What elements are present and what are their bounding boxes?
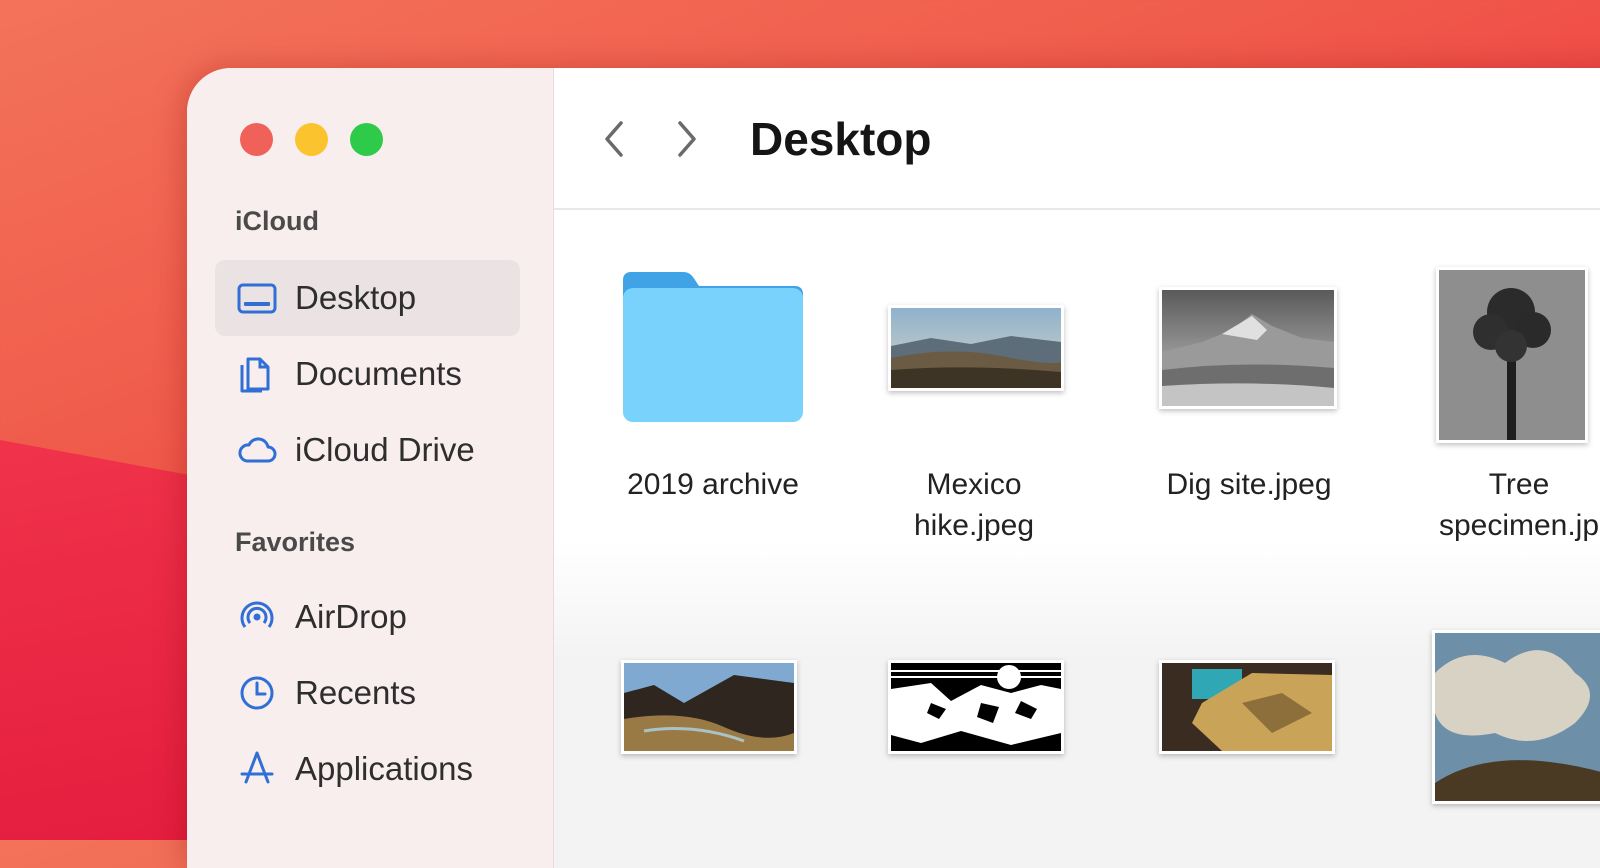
file-name-line2: specimen.jp	[1438, 509, 1600, 542]
file-item[interactable]	[1119, 660, 1379, 780]
finder-window: iCloud Desktop Documents iCloud Drive Fa…	[187, 68, 1600, 868]
traffic-lights	[240, 123, 383, 156]
sidebar-item-documents[interactable]: Documents	[215, 336, 520, 412]
section-title-favorites: Favorites	[235, 527, 356, 557]
sidebar-item-applications[interactable]: Applications	[215, 731, 520, 807]
maximize-button[interactable]	[350, 123, 383, 156]
chevron-left-icon[interactable]	[594, 118, 634, 160]
image-thumbnail	[621, 660, 797, 754]
file-grid: 2019 archive Mexico hike.jpeg Dig site.j…	[554, 210, 1600, 868]
clock-icon	[233, 669, 281, 717]
image-thumbnail	[888, 660, 1064, 754]
image-thumbnail	[1436, 267, 1588, 443]
sidebar-item-label: Documents	[295, 355, 462, 392]
file-item[interactable]	[597, 660, 829, 780]
sidebar-item-label: AirDrop	[295, 598, 407, 635]
documents-icon	[233, 350, 281, 398]
desktop-icon	[233, 274, 281, 322]
minimize-button[interactable]	[295, 123, 328, 156]
sidebar-item-airdrop[interactable]: AirDrop	[215, 579, 520, 655]
sidebar-item-label: Recents	[295, 674, 417, 711]
file-name-line2: hike.jpeg	[913, 509, 1035, 542]
sidebar-item-label: iCloud Drive	[295, 431, 475, 468]
airdrop-icon	[233, 593, 281, 641]
sidebar-item-label: Applications	[295, 750, 473, 787]
sidebar-item-label: Desktop	[295, 279, 417, 316]
image-thumbnail	[888, 305, 1064, 391]
image-thumbnail	[1159, 660, 1335, 754]
main-pane: Desktop 2019 archive Mexico hike.jpeg Di…	[554, 68, 1600, 868]
image-thumbnail	[1159, 287, 1337, 409]
close-button[interactable]	[240, 123, 273, 156]
chevron-right-icon[interactable]	[667, 118, 707, 160]
file-item-tree-specimen[interactable]: Tree specimen.jp	[1389, 267, 1600, 546]
window-title: Desktop	[750, 113, 932, 165]
file-name: Dig site.jpeg	[1166, 468, 1332, 501]
file-name: 2019 archive	[627, 468, 799, 501]
file-name-line1: Mexico	[926, 468, 1022, 501]
file-item-dig-site[interactable]: Dig site.jpeg	[1119, 268, 1379, 505]
file-item[interactable]	[854, 660, 1094, 780]
file-name-line1: Tree	[1488, 468, 1550, 501]
sidebar: iCloud Desktop Documents iCloud Drive Fa…	[187, 68, 554, 868]
image-thumbnail	[1432, 630, 1600, 804]
folder-icon	[623, 272, 803, 422]
file-item-2019-archive[interactable]: 2019 archive	[597, 268, 829, 505]
sidebar-item-recents[interactable]: Recents	[215, 655, 520, 731]
file-item[interactable]	[1389, 630, 1600, 810]
toolbar: Desktop	[554, 68, 1600, 210]
applications-icon	[233, 745, 281, 793]
file-item-mexico-hike[interactable]: Mexico hike.jpeg	[854, 268, 1094, 546]
section-title-icloud: iCloud	[235, 206, 319, 236]
sidebar-item-desktop[interactable]: Desktop	[215, 260, 520, 336]
cloud-icon	[233, 426, 281, 474]
sidebar-item-icloud-drive[interactable]: iCloud Drive	[215, 412, 520, 488]
